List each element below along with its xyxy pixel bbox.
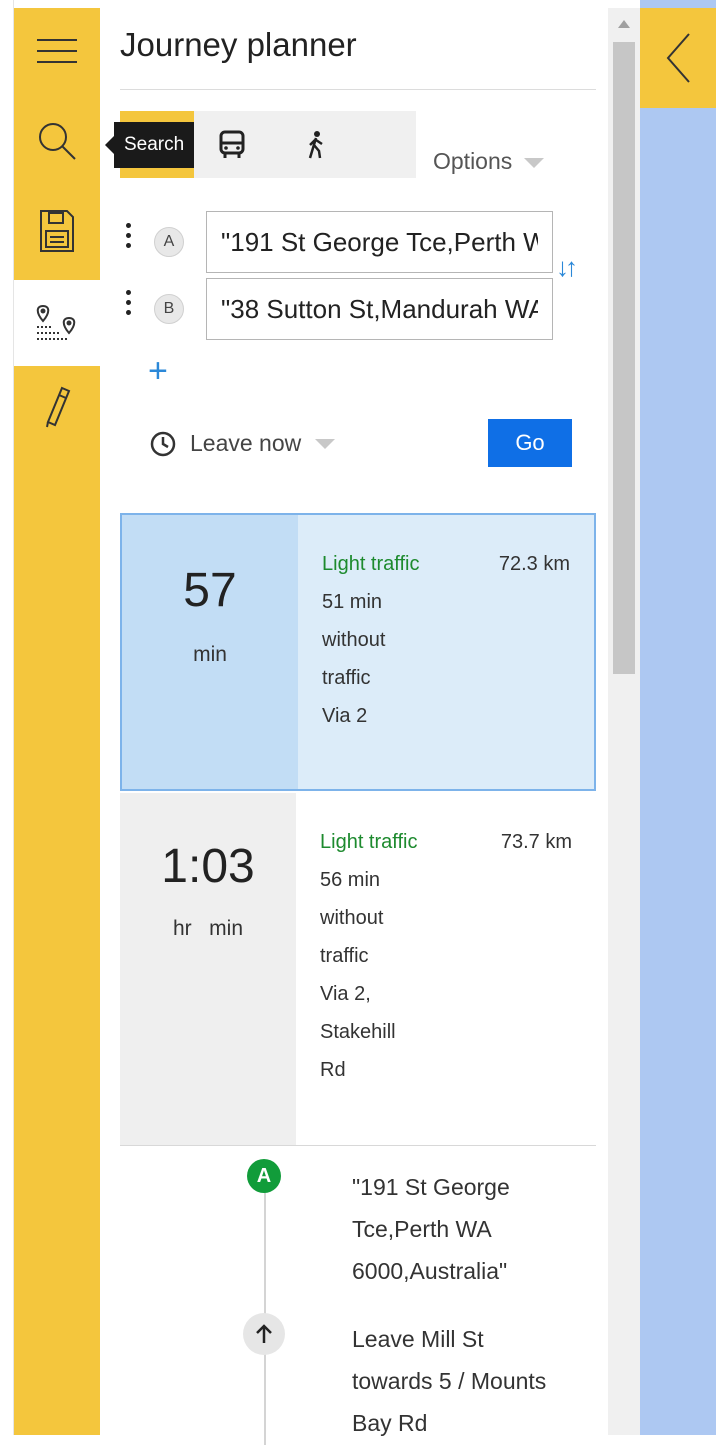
- waypoint-badge-b: B: [154, 294, 184, 324]
- options-dropdown[interactable]: Options: [433, 148, 545, 175]
- drag-handle-icon[interactable]: [126, 290, 132, 324]
- drag-handle-icon[interactable]: [126, 223, 132, 257]
- route-duration: 57 min: [122, 515, 298, 789]
- route-details: Light traffic 51 min without traffic Via…: [322, 545, 422, 735]
- window-top-edge: [14, 0, 654, 8]
- no-traffic-time: 51 min without traffic: [322, 591, 386, 689]
- traffic-status: Light traffic: [320, 831, 418, 853]
- departure-time-label: Leave now: [190, 430, 302, 456]
- save-icon: [40, 210, 74, 252]
- route-distance: 73.7 km: [500, 831, 572, 853]
- tab-transit[interactable]: [206, 111, 258, 178]
- draw-rail-button[interactable]: [14, 364, 100, 450]
- route-via: Via 2: [322, 705, 368, 727]
- hamburger-icon: [37, 39, 77, 63]
- collapse-panel-button[interactable]: [640, 8, 716, 108]
- directions-icon: [36, 304, 76, 340]
- waypoint-badge-a: A: [154, 227, 184, 257]
- scrollbar-thumb[interactable]: [613, 42, 635, 674]
- chevron-down-icon: [524, 157, 545, 168]
- map-area[interactable]: [640, 0, 716, 1435]
- arrow-up-icon: [243, 1313, 285, 1355]
- no-traffic-time: 56 min without traffic: [320, 869, 384, 967]
- duration-unit: hr min: [172, 917, 243, 940]
- end-location-input[interactable]: [206, 278, 553, 340]
- panel-scrollbar[interactable]: [608, 8, 640, 1435]
- waypoint-row-b: B: [120, 278, 560, 340]
- menu-button[interactable]: [14, 8, 100, 94]
- route-duration: 1:03 hr min: [120, 793, 296, 1145]
- route-distance: 72.3 km: [498, 553, 570, 575]
- duration-unit: min: [193, 643, 227, 666]
- window-frame: [0, 0, 14, 1435]
- chevron-left-icon: [666, 33, 690, 83]
- search-icon: [39, 123, 76, 160]
- chevron-down-icon: [315, 438, 336, 449]
- page-title: Journey planner: [120, 26, 357, 63]
- scroll-up-arrow-icon[interactable]: [608, 8, 640, 40]
- direction-step[interactable]: Leave Mill St towards 5 / Mounts Bay Rd: [352, 1318, 552, 1444]
- go-button[interactable]: Go: [488, 419, 572, 467]
- options-label: Options: [433, 148, 513, 174]
- route-via: Via 2, Stakehill Rd: [320, 983, 396, 1081]
- route-option-1[interactable]: 57 min Light traffic 51 min without traf…: [120, 513, 596, 791]
- traffic-status: Light traffic: [322, 553, 420, 575]
- add-waypoint-button[interactable]: +: [148, 354, 168, 388]
- tab-walking[interactable]: [288, 111, 344, 178]
- start-location-input[interactable]: [206, 211, 553, 273]
- route-details: Light traffic 56 min without traffic Via…: [320, 823, 420, 1089]
- swap-locations-icon[interactable]: ↓↑: [556, 252, 578, 283]
- bus-icon: [219, 130, 245, 158]
- departure-time-dropdown[interactable]: Leave now: [150, 430, 336, 457]
- waypoint-row-a: A: [120, 211, 560, 273]
- directions-rail-button[interactable]: [14, 280, 100, 366]
- left-rail: [14, 8, 100, 1435]
- duration-value: 1:03: [161, 840, 255, 893]
- search-tooltip: Search: [104, 122, 195, 168]
- start-marker-icon: A: [247, 1159, 281, 1193]
- pencil-icon: [46, 386, 71, 428]
- search-rail-button[interactable]: [14, 98, 100, 184]
- walk-icon: [308, 130, 323, 158]
- duration-value: 57: [183, 564, 237, 617]
- title-divider: [120, 89, 596, 90]
- direction-step[interactable]: "191 St George Tce,Perth WA 6000,Austral…: [352, 1166, 552, 1292]
- clock-icon: [150, 431, 176, 456]
- route-option-2[interactable]: 1:03 hr min Light traffic 56 min without…: [120, 793, 596, 1146]
- save-rail-button[interactable]: [14, 188, 100, 274]
